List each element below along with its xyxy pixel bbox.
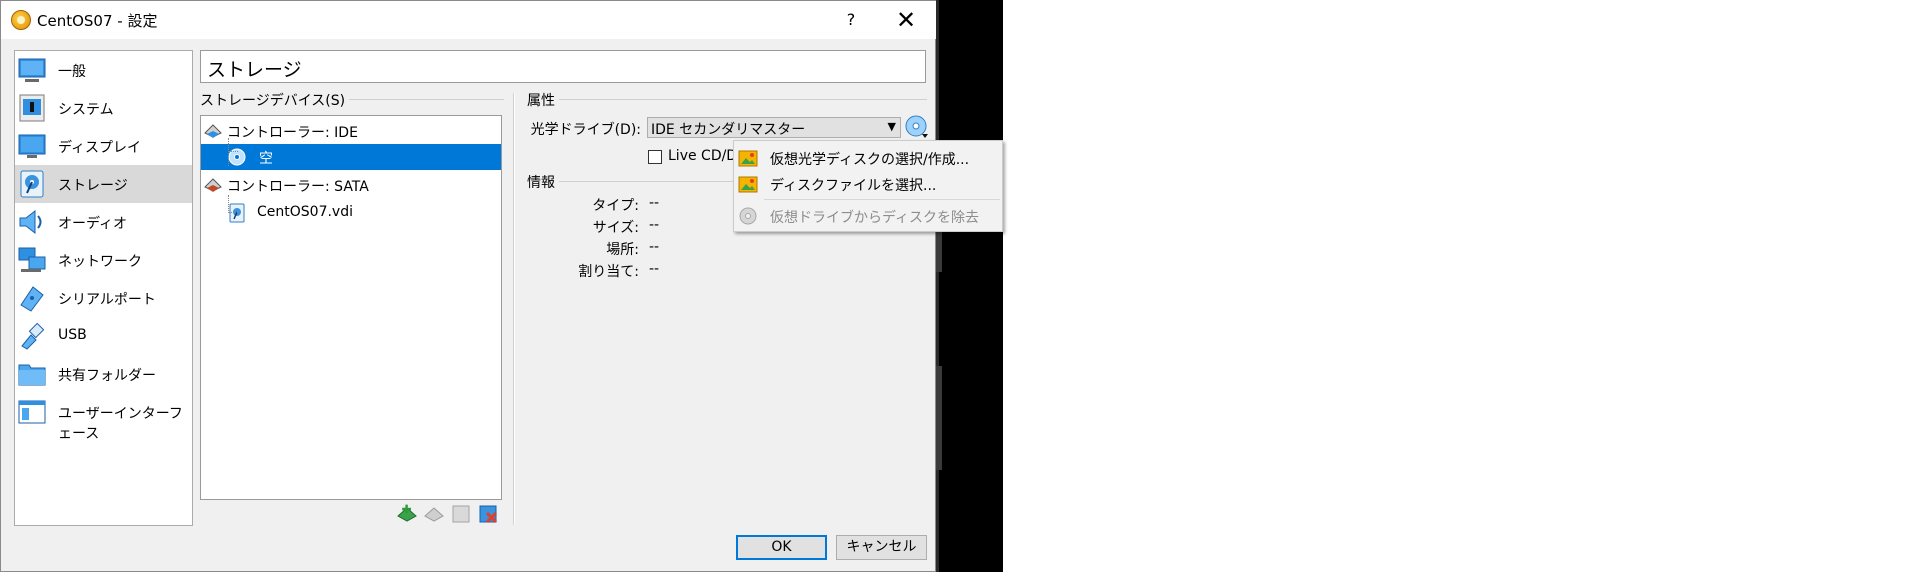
user-interface-icon (18, 400, 46, 424)
nav-item-shared-folder[interactable]: 共有フォルダー (15, 355, 192, 393)
menu-item-choose-create-disc[interactable]: 仮想光学ディスクの選択/作成... (734, 145, 1002, 171)
background-strip (936, 366, 942, 470)
remove-disc-icon (739, 207, 757, 225)
storage-tree[interactable]: コントローラー: IDE 空 コントローラー: SATA CentOS07.vd… (200, 115, 502, 500)
virtualbox-icon (11, 10, 31, 30)
remove-controller-icon[interactable] (423, 503, 445, 525)
nav-item-label: シリアルポート (58, 292, 156, 308)
optical-disc-menu-icon[interactable] (904, 114, 930, 140)
info-size-value: -- (649, 217, 660, 233)
screen: CentOS07 - 設定 ? ✕ 一般 システム ディスプレイ ストレージ オ… (0, 0, 1920, 572)
tree-row-label: CentOS07.vdi (257, 204, 353, 220)
menu-item-label: 仮想ドライブからディスクを除去 (770, 210, 980, 226)
remove-attachment-icon[interactable] (477, 503, 499, 525)
tree-row-empty-optical[interactable]: 空 (201, 144, 501, 170)
tree-row-disk[interactable]: CentOS07.vdi (201, 200, 501, 226)
cancel-button[interactable]: キャンセル (836, 535, 927, 560)
tree-row-label: コントローラー: SATA (227, 179, 369, 195)
chevron-down-icon: ▼ (887, 120, 896, 133)
add-controller-icon[interactable] (396, 503, 418, 525)
nav-item-general[interactable]: 一般 (15, 51, 192, 89)
page-title-box: ストレージ (200, 50, 926, 83)
folder-image-icon (738, 150, 758, 167)
attributes-title: 属性 (527, 90, 559, 110)
serial-port-icon (20, 286, 44, 312)
ok-button[interactable]: OK (736, 535, 827, 560)
display-icon (18, 134, 46, 158)
live-cd-label: Live CD/DVD (668, 148, 737, 164)
close-button[interactable]: ✕ (886, 3, 926, 37)
nav-item-label: ストレージ (58, 178, 128, 194)
controller-icon (204, 178, 222, 192)
group-divider (527, 99, 927, 100)
info-allocation-value: -- (649, 261, 660, 277)
nav-item-storage[interactable]: ストレージ (15, 165, 192, 203)
background-strip (936, 232, 942, 272)
background-area (936, 0, 1003, 572)
settings-nav-list[interactable]: 一般 システム ディスプレイ ストレージ オーディオ ネットワーク シリアルポー… (14, 50, 193, 526)
menu-item-label: ディスクファイルを選択... (770, 178, 937, 194)
nav-item-label: ユーザーインターフェース (58, 406, 183, 442)
nav-item-user-interface[interactable]: ユーザーインターフェース (15, 393, 192, 442)
info-title: 情報 (527, 172, 559, 192)
menu-separator (764, 199, 1000, 200)
tree-row-label: 空 (259, 151, 273, 167)
nav-item-label: USB (58, 327, 87, 343)
audio-icon (19, 209, 42, 235)
tree-connector (228, 151, 238, 152)
live-cd-checkbox[interactable] (648, 150, 662, 164)
tree-connector (228, 212, 238, 213)
optical-drive-select[interactable]: IDE セカンダリマスター ▼ (647, 117, 901, 138)
nav-item-serial-port[interactable]: シリアルポート (15, 279, 192, 317)
add-attachment-icon[interactable] (450, 503, 472, 525)
menu-item-choose-disk-file[interactable]: ディスクファイルを選択... (734, 171, 1002, 197)
info-location-value: -- (649, 239, 660, 255)
nav-item-system[interactable]: システム (15, 89, 192, 127)
background-edge (936, 0, 939, 572)
hard-disk-icon (229, 203, 245, 223)
network-icon (18, 247, 46, 272)
nav-item-label: ディスプレイ (58, 140, 142, 156)
nav-item-usb[interactable]: USB (15, 317, 192, 355)
page-title: ストレージ (207, 59, 302, 81)
window-title: CentOS07 - 設定 (37, 12, 158, 30)
usb-icon (21, 322, 45, 350)
nav-item-network[interactable]: ネットワーク (15, 241, 192, 279)
help-button[interactable]: ? (836, 5, 866, 35)
tree-row-controller-ide[interactable]: コントローラー: IDE (201, 118, 501, 144)
tree-connector (228, 195, 229, 213)
nav-item-label: 共有フォルダー (58, 368, 156, 384)
panel-splitter[interactable] (513, 93, 515, 525)
tree-row-label: コントローラー: IDE (227, 125, 358, 141)
tree-row-controller-sata[interactable]: コントローラー: SATA (201, 172, 501, 198)
nav-item-label: システム (58, 102, 114, 118)
menu-item-label: 仮想光学ディスクの選択/作成... (770, 152, 970, 168)
settings-dialog: CentOS07 - 設定 ? ✕ 一般 システム ディスプレイ ストレージ オ… (0, 0, 936, 572)
nav-item-audio[interactable]: オーディオ (15, 203, 192, 241)
tree-connector (228, 138, 229, 166)
info-type-label: タイプ: (592, 198, 639, 214)
storage-devices-title: ストレージデバイス(S) (200, 90, 350, 110)
nav-item-display[interactable]: ディスプレイ (15, 127, 192, 165)
menu-item-remove-disc[interactable]: 仮想ドライブからディスクを除去 (734, 203, 1002, 229)
info-size-label: サイズ: (592, 220, 639, 236)
optical-disc-popup-menu: 仮想光学ディスクの選択/作成... ディスクファイルを選択... 仮想ドライブか… (733, 140, 1003, 232)
info-type-value: -- (649, 195, 660, 211)
system-icon (19, 94, 45, 122)
info-location-label: 場所: (606, 242, 639, 258)
nav-item-label: オーディオ (58, 216, 128, 232)
optical-drive-value: IDE セカンダリマスター (651, 122, 806, 138)
optical-drive-label: 光学ドライブ(D): (530, 122, 641, 138)
general-icon (18, 58, 46, 82)
title-bar[interactable]: CentOS07 - 設定 ? ✕ (1, 1, 936, 39)
live-cd-label-clip: Live CD/DVD (668, 146, 737, 168)
shared-folder-icon (18, 364, 46, 386)
optical-disc-icon (228, 148, 246, 166)
controller-icon (204, 124, 222, 138)
storage-icon (20, 170, 44, 198)
folder-image-icon (738, 176, 758, 193)
nav-item-label: 一般 (58, 64, 86, 80)
nav-item-label: ネットワーク (58, 254, 142, 270)
info-allocation-label: 割り当て: (578, 264, 639, 280)
